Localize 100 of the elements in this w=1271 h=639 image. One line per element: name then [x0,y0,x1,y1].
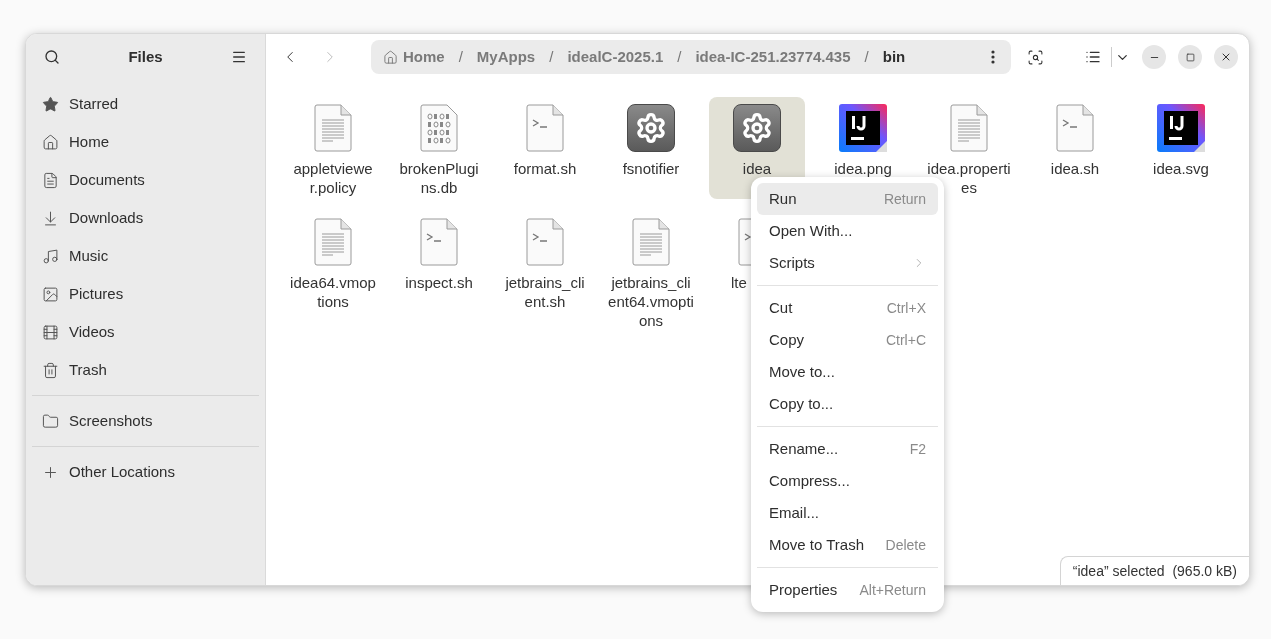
shortcut-label: Ctrl+X [886,298,926,318]
menu-label: Properties [769,579,838,600]
file-name: idea64.vmoptions [290,273,376,311]
menu-item[interactable]: Move to Trash Delete [757,529,938,561]
sidebar-item[interactable]: Other Locations [32,453,259,491]
close-button[interactable] [1214,45,1238,69]
menu-item[interactable]: Copy Ctrl+C [757,324,938,356]
sidebar-label: Other Locations [69,461,175,482]
folder-icon [42,412,59,430]
path-segment[interactable]: bin [882,45,906,69]
trash-icon [42,361,59,379]
file-name: idea [741,159,773,178]
menu-icon [231,49,247,65]
picture-icon [42,285,59,303]
sidebar-label: Music [69,245,109,266]
sidebar-item[interactable]: Documents [32,161,259,199]
status-text: “idea” selected (965.0 kB) [1072,561,1237,581]
menu-item[interactable]: Email... [757,497,938,529]
menu-item[interactable]: Run Return [757,183,938,215]
path-separator: / [677,46,682,67]
menu-label: Email... [769,502,819,523]
path-segment[interactable]: idea-IC-251.23774.435 [695,45,851,69]
file-item[interactable]: fsnotifier [603,97,699,199]
file-name: idea.sh [1049,159,1101,178]
file-name: fsnotifier [621,159,681,178]
menu-item[interactable]: Compress... [757,465,938,497]
menu-label: Scripts [769,252,815,273]
file-item[interactable]: idea.svg [1133,97,1229,199]
binary-file-icon [419,104,459,152]
path-separator: / [864,46,869,67]
file-item[interactable]: inspect.sh [391,211,487,332]
terminal-file-icon [419,218,459,266]
menu-item[interactable]: Properties Alt+Return [757,574,938,606]
shortcut-label: Delete [885,535,926,555]
sidebar-item[interactable]: Pictures [32,275,259,313]
star-icon [42,95,59,113]
sidebar-label: Documents [69,169,145,190]
file-name: appletviewer.policy [292,159,374,197]
menu-label: Copy to... [769,393,834,414]
file-item[interactable]: idea.sh [1027,97,1123,199]
file-item[interactable]: appletviewer.policy [285,97,381,199]
file-name: lte [731,273,747,292]
sidebar-item[interactable]: Home [32,123,259,161]
menu-item[interactable]: Cut Ctrl+X [757,292,938,324]
file-item[interactable]: format.sh [497,97,593,199]
document-icon [313,218,353,266]
sidebar-item[interactable]: Music [32,237,259,275]
path-segment[interactable]: Home [403,45,445,69]
menu-label: Move to... [769,361,835,382]
path-separator: / [458,46,463,67]
app-logo-icon [838,103,888,153]
maximize-button[interactable] [1178,45,1202,69]
file-item[interactable]: brokenPlugins.db [391,97,487,199]
maximize-icon [1185,52,1195,62]
shortcut-label: F2 [909,439,926,459]
document-icon [42,171,59,189]
menu-item[interactable]: Rename... F2 [757,433,938,465]
document-icon [631,218,671,266]
gear-icon [733,104,781,152]
menu-item[interactable]: Scripts [757,247,938,279]
terminal-file-icon [525,104,565,152]
menu-label: Move to Trash [769,534,865,555]
sidebar-label: Pictures [69,283,124,304]
terminal-file-icon [525,218,565,266]
file-item[interactable]: jetbrains_client64.vmoptions [603,211,699,332]
music-note-icon [42,247,59,265]
menu-item[interactable]: Copy to... [757,388,938,420]
sidebar-label: Starred [69,93,119,114]
menu-item[interactable]: Move to... [757,356,938,388]
file-name: inspect.sh [404,273,474,292]
download-icon [42,209,59,227]
sidebar-item[interactable]: Trash [32,351,259,389]
menu-label: Compress... [769,470,850,491]
file-item[interactable]: jetbrains_client.sh [497,211,593,332]
file-name: jetbrains_client64.vmoptions [608,273,694,330]
sidebar-label: Screenshots [69,410,153,431]
sidebar-item[interactable]: Downloads [32,199,259,237]
file-name: brokenPlugins.db [398,159,480,197]
path-segment[interactable]: MyApps [476,45,536,69]
terminal-file-icon [1055,104,1095,152]
document-icon [949,104,989,152]
menu-item[interactable]: Open With... [757,215,938,247]
file-name: idea.png [833,159,893,178]
path-segment[interactable]: idealC-2025.1 [567,45,664,69]
close-icon [1220,51,1232,63]
sidebar-item[interactable]: Starred [32,85,259,123]
search-icon [44,49,60,65]
shortcut-label: Ctrl+C [885,330,926,350]
file-name: idea.svg [1152,159,1210,178]
menu-label: Rename... [769,438,839,459]
file-name: format.sh [512,159,578,178]
home-icon [42,133,59,151]
file-item[interactable]: idea64.vmoptions [285,211,381,332]
sidebar-item[interactable]: Videos [32,313,259,351]
menu-label: Cut [769,297,793,318]
sidebar-item[interactable]: Screenshots [32,402,259,440]
menu-label: Copy [769,329,805,350]
sidebar-label: Home [69,131,109,152]
shortcut-label: Alt+Return [859,580,926,600]
gear-icon [627,104,675,152]
